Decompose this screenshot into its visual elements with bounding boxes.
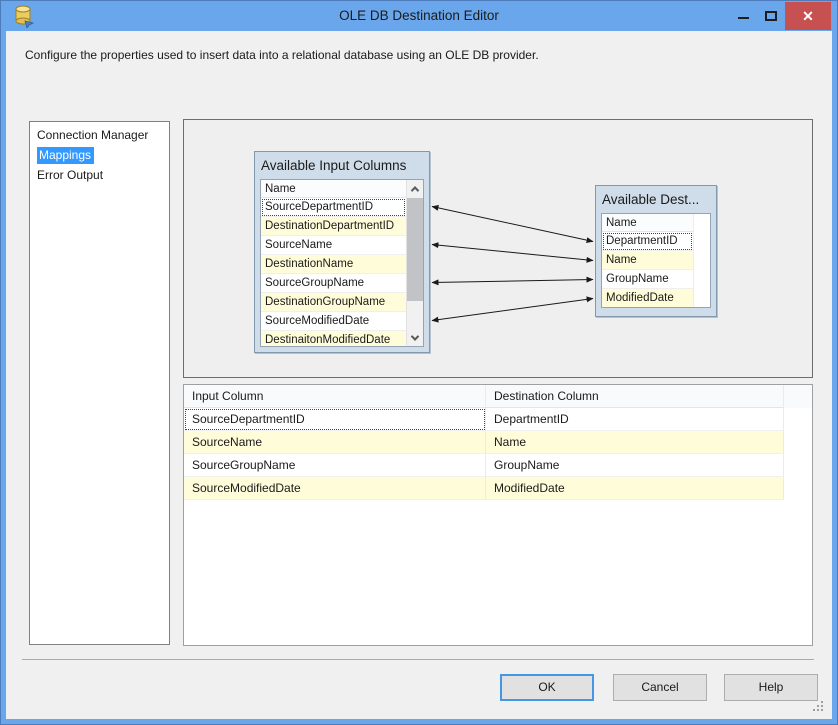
mapping-table-row: SourceModifiedDate ModifiedDate bbox=[184, 477, 812, 500]
scroll-up-button[interactable] bbox=[407, 180, 423, 197]
input-column-cell[interactable]: SourceDepartmentID bbox=[184, 408, 486, 431]
resize-grip[interactable] bbox=[813, 701, 825, 713]
input-column-row[interactable]: DestinaitonModifiedDate bbox=[261, 331, 406, 347]
help-button[interactable]: Help bbox=[724, 674, 818, 701]
mapping-line-name[interactable] bbox=[432, 245, 593, 261]
input-column-cell[interactable]: SourceGroupName bbox=[184, 454, 486, 477]
mapping-table-header: Input Column Destination Column bbox=[184, 385, 812, 408]
input-column-row[interactable]: SourceDepartmentID bbox=[261, 198, 406, 217]
chevron-down-icon bbox=[411, 332, 419, 340]
input-box-title: Available Input Columns bbox=[255, 152, 429, 179]
available-input-columns-box[interactable]: Available Input Columns Name SourceDepar… bbox=[254, 151, 430, 353]
input-list-header: Name bbox=[261, 180, 406, 198]
maximize-button[interactable] bbox=[757, 1, 785, 30]
dest-list-header: Name bbox=[602, 214, 693, 232]
pages-listbox: Connection Manager Mappings Error Output bbox=[29, 121, 170, 645]
input-column-row[interactable]: DestinationGroupName bbox=[261, 293, 406, 312]
input-column-row[interactable]: SourceModifiedDate bbox=[261, 312, 406, 331]
destination-column-cell[interactable]: ModifiedDate bbox=[486, 477, 784, 500]
dest-column-row[interactable]: DepartmentID bbox=[602, 232, 693, 251]
ok-button[interactable]: OK bbox=[500, 674, 594, 701]
input-column-cell[interactable]: SourceName bbox=[184, 431, 486, 454]
mapping-line-groupname[interactable] bbox=[432, 280, 593, 283]
scroll-track[interactable] bbox=[407, 197, 423, 329]
minimize-icon bbox=[738, 17, 749, 19]
dialog-content: Configure the properties used to insert … bbox=[6, 31, 832, 719]
cancel-button[interactable]: Cancel bbox=[613, 674, 707, 701]
destination-column-cell[interactable]: Name bbox=[486, 431, 784, 454]
dest-columns-list: Name DepartmentID Name GroupName Modifie… bbox=[601, 213, 711, 308]
input-column-row[interactable]: SourceGroupName bbox=[261, 274, 406, 293]
input-columns-list: Name SourceDepartmentID DestinationDepar… bbox=[260, 179, 424, 347]
scroll-thumb[interactable] bbox=[407, 198, 423, 301]
maximize-icon bbox=[765, 11, 777, 21]
mapping-line-modifieddate[interactable] bbox=[432, 299, 593, 321]
mapping-line-departmentid[interactable] bbox=[432, 207, 593, 242]
chevron-up-icon bbox=[411, 186, 419, 194]
dialog-description: Configure the properties used to insert … bbox=[25, 48, 539, 62]
minimize-button[interactable] bbox=[729, 1, 757, 30]
sidebar-item-error-output[interactable]: Error Output bbox=[30, 165, 169, 185]
destination-column-cell[interactable]: GroupName bbox=[486, 454, 784, 477]
sidebar-item-mappings[interactable]: Mappings bbox=[30, 145, 169, 165]
column-header-destination[interactable]: Destination Column bbox=[486, 385, 784, 408]
input-column-row[interactable]: SourceName bbox=[261, 236, 406, 255]
mapping-table-row: SourceGroupName GroupName bbox=[184, 454, 812, 477]
window-title: OLE DB Destination Editor bbox=[1, 1, 837, 31]
input-columns-scrollbar[interactable] bbox=[406, 180, 423, 346]
dest-column-row[interactable]: GroupName bbox=[602, 270, 693, 289]
mapping-table-panel: Input Column Destination Column SourceDe… bbox=[183, 384, 813, 646]
dest-column-row[interactable]: ModifiedDate bbox=[602, 289, 693, 308]
footer-separator bbox=[22, 659, 814, 660]
dialog-window: OLE DB Destination Editor ✕ Configure th… bbox=[0, 0, 838, 725]
titlebar: OLE DB Destination Editor ✕ bbox=[1, 1, 837, 31]
scroll-down-button[interactable] bbox=[407, 329, 423, 346]
dest-column-row[interactable]: Name bbox=[602, 251, 693, 270]
input-column-cell[interactable]: SourceModifiedDate bbox=[184, 477, 486, 500]
destination-column-cell[interactable]: DepartmentID bbox=[486, 408, 784, 431]
resize-grip-icon bbox=[813, 701, 815, 703]
input-column-row[interactable]: DestinationName bbox=[261, 255, 406, 274]
input-column-row[interactable]: DestinationDepartmentID bbox=[261, 217, 406, 236]
mapping-table-row: SourceName Name bbox=[184, 431, 812, 454]
sidebar-item-connection-manager[interactable]: Connection Manager bbox=[30, 125, 169, 145]
mapping-diagram-panel: Available Input Columns Name SourceDepar… bbox=[183, 119, 813, 378]
column-header-input[interactable]: Input Column bbox=[184, 385, 486, 408]
dest-box-title: Available Dest... bbox=[596, 186, 716, 213]
close-button[interactable]: ✕ bbox=[785, 2, 831, 30]
mapping-table-row: SourceDepartmentID DepartmentID bbox=[184, 408, 812, 431]
available-destination-columns-box[interactable]: Available Dest... Name DepartmentID Name… bbox=[595, 185, 717, 317]
